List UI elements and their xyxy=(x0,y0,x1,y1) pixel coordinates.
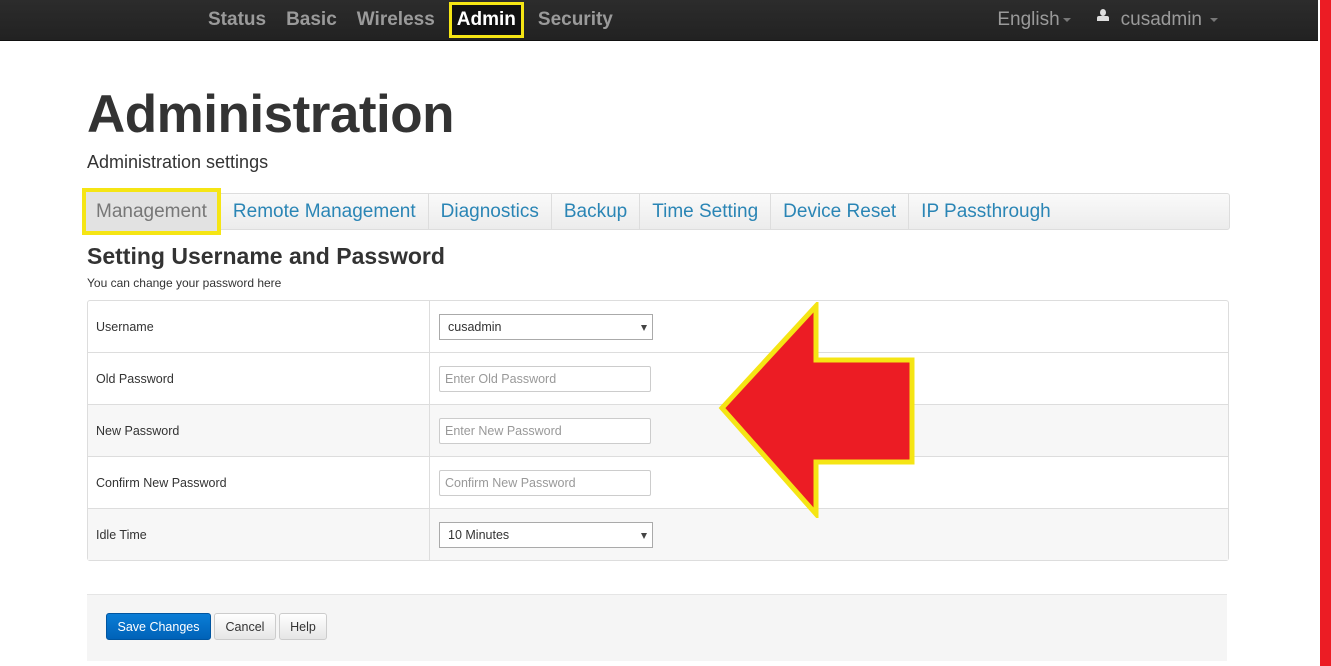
help-button[interactable]: Help xyxy=(279,613,327,640)
caret-down-icon xyxy=(1062,17,1071,22)
password-form: Username cusadmin Old Password New Passw… xyxy=(87,300,1229,561)
form-actions: Save Changes Cancel Help xyxy=(87,594,1227,661)
confirm-password-label: Confirm New Password xyxy=(88,457,430,508)
tab-backup[interactable]: Backup xyxy=(552,194,641,229)
tab-diagnostics[interactable]: Diagnostics xyxy=(429,194,552,229)
page-subtitle: Administration settings xyxy=(87,152,269,172)
nav-basic[interactable]: Basic xyxy=(276,0,347,40)
old-password-label: Old Password xyxy=(88,353,430,404)
form-row-confirm-password: Confirm New Password xyxy=(88,457,1228,509)
tab-remote-management[interactable]: Remote Management xyxy=(221,194,429,229)
form-row-old-password: Old Password xyxy=(88,353,1228,405)
username-label: Username xyxy=(88,301,430,352)
tab-time-setting[interactable]: Time Setting xyxy=(640,194,772,229)
nav-wireless[interactable]: Wireless xyxy=(347,0,445,40)
cancel-button[interactable]: Cancel xyxy=(214,613,276,640)
section-description: You can change your password here xyxy=(87,276,282,290)
nav-security[interactable]: Security xyxy=(528,0,623,40)
new-password-label: New Password xyxy=(88,405,430,456)
form-row-idle-time: Idle Time 10 Minutes xyxy=(88,509,1228,560)
old-password-input[interactable] xyxy=(439,365,651,392)
section-title: Setting Username and Password xyxy=(87,243,445,269)
new-password-input[interactable] xyxy=(439,417,651,444)
confirm-password-input[interactable] xyxy=(439,469,651,496)
caret-down-icon xyxy=(1210,18,1218,22)
top-navbar: Status Basic Wireless Admin Security Eng… xyxy=(0,0,1318,41)
tab-device-reset[interactable]: Device Reset xyxy=(771,194,910,229)
idle-time-label: Idle Time xyxy=(88,509,430,560)
nav-status[interactable]: Status xyxy=(198,0,276,40)
language-label: English xyxy=(997,9,1060,30)
save-changes-button[interactable]: Save Changes xyxy=(106,613,211,640)
tab-management[interactable]: Management xyxy=(82,188,221,235)
form-row-username: Username cusadmin xyxy=(88,301,1228,353)
language-dropdown[interactable]: English xyxy=(997,9,1071,31)
red-arrow-annotation-icon xyxy=(718,302,915,518)
page-title: Administration xyxy=(87,85,454,144)
idle-time-select-value: 10 Minutes xyxy=(448,527,510,542)
username-label: cusadmin xyxy=(1120,9,1202,30)
idle-time-select[interactable]: 10 Minutes xyxy=(439,521,653,548)
red-border-decoration xyxy=(1320,0,1331,666)
user-icon xyxy=(1096,9,1109,23)
navbar-right: English cusadmin xyxy=(997,0,1218,40)
nav-admin[interactable]: Admin xyxy=(448,2,524,38)
admin-tabs: Management Remote Management Diagnostics… xyxy=(82,188,1230,235)
username-select-value: cusadmin xyxy=(448,319,502,334)
dropdown-arrow-icon xyxy=(641,532,647,539)
main-nav: Status Basic Wireless Admin Security xyxy=(198,0,623,40)
username-select[interactable]: cusadmin xyxy=(439,313,653,340)
tab-ip-passthrough[interactable]: IP Passthrough xyxy=(909,194,1063,229)
dropdown-arrow-icon xyxy=(641,324,647,331)
user-menu[interactable]: cusadmin xyxy=(1096,9,1218,31)
form-row-new-password: New Password xyxy=(88,405,1228,457)
